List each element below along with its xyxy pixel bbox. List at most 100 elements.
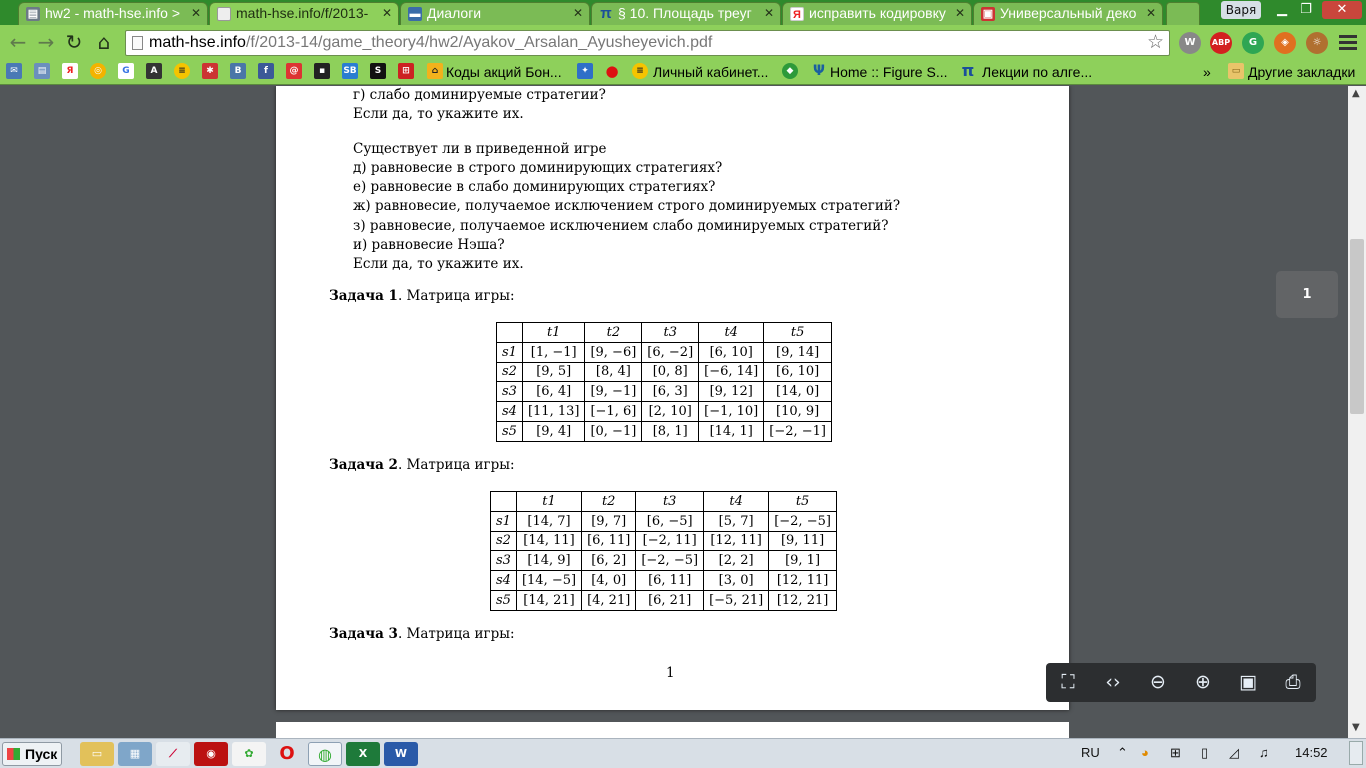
tab-area[interactable]: π § 10. Площадь треуг ✕ [591, 2, 781, 25]
fire-extension-icon[interactable]: ◈ [1274, 32, 1296, 54]
film-icon[interactable]: ▪ [314, 63, 330, 79]
payoff-cell: [2, 10] [641, 401, 700, 422]
show-desktop-button[interactable] [1349, 741, 1363, 765]
close-icon[interactable]: ✕ [764, 3, 774, 24]
tab-dialogs[interactable]: ▬ Диалоги ✕ [400, 2, 590, 25]
fit-width-icon[interactable]: ‹› [1095, 666, 1131, 699]
tab-encoding[interactable]: Я исправить кодировку ✕ [782, 2, 972, 25]
eagle-icon[interactable]: ✦ [577, 63, 593, 79]
pdf-viewer[interactable]: г) слабо доминируемые стратегии? Если да… [0, 86, 1366, 738]
language-indicator[interactable]: RU [1081, 745, 1100, 760]
figure-icon[interactable]: Ψ [811, 63, 827, 79]
yandex-icon[interactable]: Я [62, 63, 78, 79]
word-icon[interactable]: W [384, 742, 418, 766]
other-bookmarks-folder[interactable]: Другие закладки [1248, 63, 1355, 81]
url-text[interactable]: math-hse.info/f/2013-14/game_theory4/hw2… [149, 34, 712, 52]
paint-icon[interactable]: ✿ [232, 742, 266, 766]
beeline-icon[interactable]: ≡ [632, 63, 648, 79]
puzzle-icon[interactable]: ✱ [202, 63, 218, 79]
close-icon[interactable]: ✕ [382, 3, 392, 24]
back-icon[interactable]: ← [6, 30, 30, 54]
wikipedia-extension-icon[interactable]: W [1179, 32, 1201, 54]
tab-pdf[interactable]: math-hse.info/f/2013- ✕ [209, 2, 399, 25]
explorer-icon[interactable]: ▭ [80, 742, 114, 766]
question-line: з) равновесие, получаемое исключением сл… [353, 218, 889, 234]
zoom-out-icon[interactable]: ⊖ [1140, 666, 1176, 699]
menu-icon[interactable] [1339, 32, 1357, 52]
payoff-cell: [6, 11] [581, 530, 637, 552]
user-profile-badge[interactable]: Варя [1221, 1, 1261, 19]
payoff-cell: [11, 13] [521, 401, 586, 422]
pi-icon[interactable]: π [960, 63, 976, 79]
excel-icon[interactable]: X [346, 742, 380, 766]
home-icon[interactable]: ⌂ [92, 30, 116, 54]
column-header: t3 [635, 491, 705, 512]
scroll-down-icon[interactable]: ▼ [1352, 722, 1360, 733]
row-header: s4 [490, 570, 517, 591]
close-icon[interactable]: ✕ [955, 3, 965, 24]
close-icon[interactable]: ✕ [191, 3, 201, 24]
leaf-icon[interactable]: ◆ [782, 63, 798, 79]
sb-icon[interactable]: SB [342, 63, 358, 79]
graph-app-icon[interactable]: ⟋ [156, 742, 190, 766]
facebook-icon[interactable]: f [258, 63, 274, 79]
payoff-cell: [9, 5] [521, 361, 586, 383]
tray-app-icon[interactable]: ◕ [1141, 745, 1149, 760]
bookmark-figure-skating[interactable]: Home :: Figure S... [830, 63, 947, 81]
calculator-icon[interactable]: ▦ [118, 742, 152, 766]
doc-icon[interactable]: ▤ [34, 63, 50, 79]
bookmark-algebra-lectures[interactable]: Лекции по алге... [982, 63, 1092, 81]
print-icon[interactable]: ⎙ [1275, 666, 1311, 699]
scroll-thumb[interactable] [1350, 239, 1364, 414]
mail-ru-icon[interactable]: @ [286, 63, 302, 79]
start-button[interactable]: Пуск [2, 742, 62, 766]
payoff-cell: [9, −6] [584, 341, 643, 363]
restore-icon[interactable]: ❐ [1296, 1, 1316, 19]
network-icon[interactable]: ◿ [1229, 745, 1239, 761]
tab-hw2[interactable]: ▤ hw2 - math-hse.info > ✕ [18, 2, 208, 25]
tray-expand-icon[interactable]: ⌃ [1117, 745, 1128, 761]
close-icon[interactable]: ✕ [1146, 3, 1156, 24]
ring-icon[interactable]: ◎ [90, 63, 106, 79]
volume-icon[interactable]: ♫ [1259, 745, 1269, 760]
google-icon[interactable]: G [118, 63, 134, 79]
text-line: г) слабо доминируемые стратегии? [353, 87, 606, 103]
shop-icon[interactable]: ⊞ [398, 63, 414, 79]
map-pin-icon[interactable]: ● [604, 63, 620, 79]
close-icon[interactable]: ✕ [573, 3, 583, 24]
close-window-icon[interactable]: ✕ [1322, 1, 1362, 19]
minimize-icon[interactable]: ▁ [1272, 1, 1292, 19]
apps-icon[interactable]: A [146, 63, 162, 79]
cookie-extension-icon[interactable]: ☼ [1306, 32, 1328, 54]
payoff-cell: [6, −2] [641, 341, 700, 363]
forward-icon[interactable]: → [34, 30, 58, 54]
clock[interactable]: 14:52 [1295, 745, 1328, 760]
mail-icon[interactable]: ✉ [6, 63, 22, 79]
beeline-icon[interactable]: ≡ [174, 63, 190, 79]
scrollbar[interactable]: ▲ ▼ [1348, 86, 1366, 738]
grammar-extension-icon[interactable]: G [1242, 32, 1264, 54]
s-icon[interactable]: S [370, 63, 386, 79]
bookmarks-overflow-chevron[interactable]: » [1203, 63, 1211, 81]
opera-icon[interactable]: O [270, 742, 304, 766]
chrome-icon[interactable]: ◍ [308, 742, 342, 766]
bonus-bag-icon[interactable]: ⌂ [427, 63, 443, 79]
tab-strip: ▤ hw2 - math-hse.info > ✕ math-hse.info/… [0, 0, 1366, 25]
bookmark-star-icon[interactable]: ☆ [1147, 31, 1164, 53]
adblock-extension-icon[interactable]: ABP [1210, 32, 1232, 54]
tab-decoder[interactable]: ▣ Универсальный деко ✕ [973, 2, 1163, 25]
address-bar[interactable]: math-hse.info/f/2013-14/game_theory4/hw2… [125, 30, 1170, 56]
action-center-icon[interactable]: ⊞ [1170, 745, 1181, 761]
scroll-up-icon[interactable]: ▲ [1352, 88, 1360, 99]
battery-icon[interactable]: ▯ [1201, 745, 1208, 761]
media-player-icon[interactable]: ◉ [194, 742, 228, 766]
bookmark-bonus-codes[interactable]: Коды акций Бон... [446, 63, 562, 81]
bookmark-personal-account[interactable]: Личный кабинет... [653, 63, 768, 81]
zoom-in-icon[interactable]: ⊕ [1185, 666, 1221, 699]
reload-icon[interactable]: ↻ [62, 30, 86, 54]
payoff-cell: [14, 21] [515, 589, 583, 611]
new-tab-button[interactable] [1166, 2, 1200, 25]
save-icon[interactable]: ▣ [1230, 666, 1266, 699]
fit-page-icon[interactable]: ⛶ [1050, 666, 1086, 699]
vk-icon[interactable]: B [230, 63, 246, 79]
